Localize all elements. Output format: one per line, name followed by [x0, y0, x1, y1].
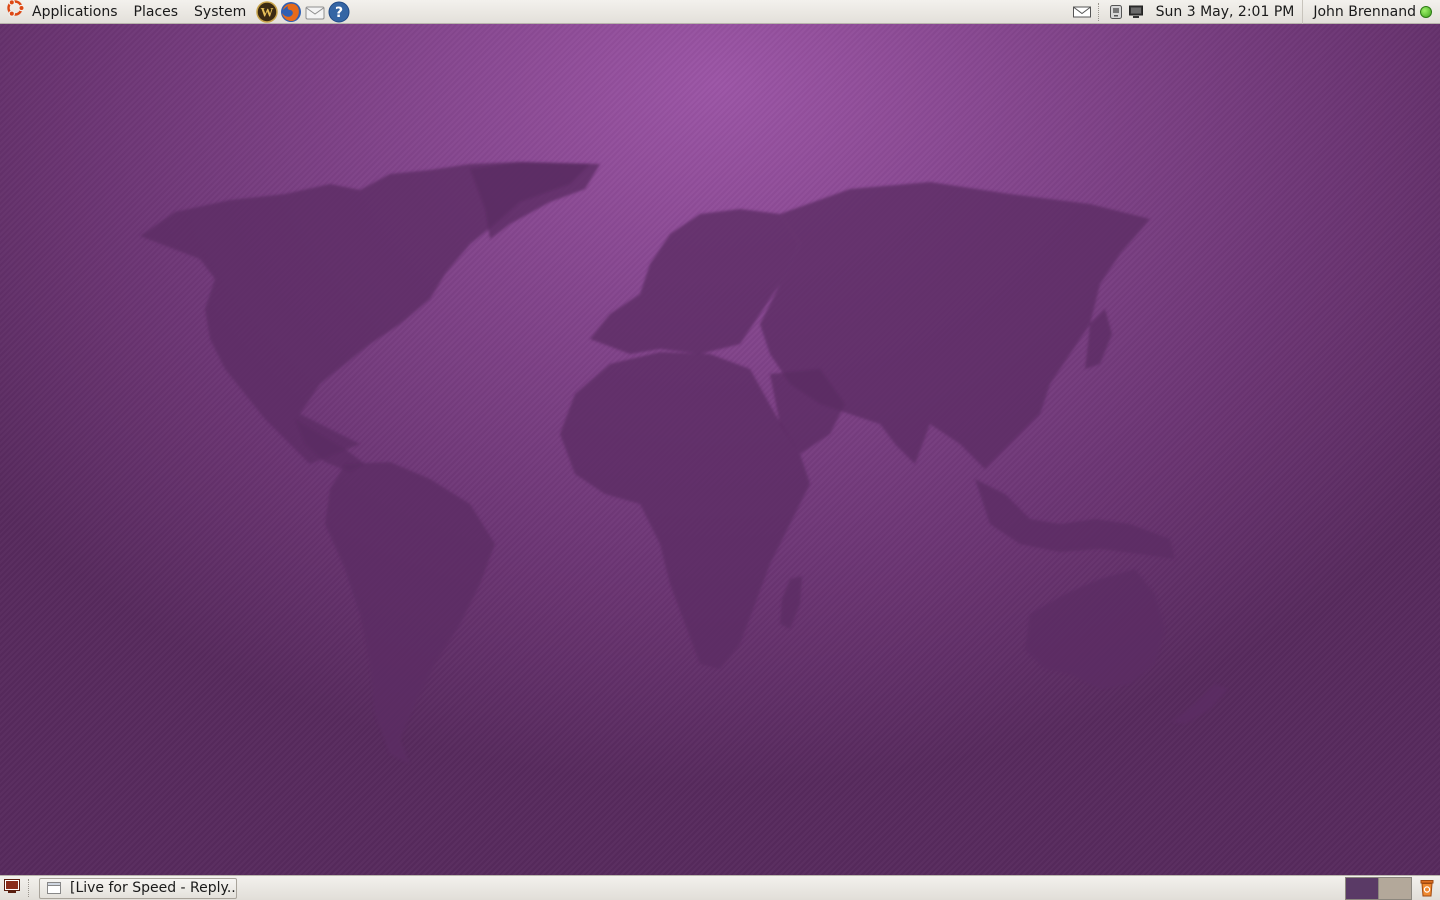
user-switcher[interactable]: John Brennand [1302, 0, 1440, 24]
mail-indicator-icon[interactable] [1072, 4, 1092, 20]
world-map-wallpaper [140, 162, 1228, 764]
status-online-icon [1420, 5, 1432, 18]
south-america-shape [325, 462, 495, 764]
madagascar-shape [780, 576, 802, 629]
network-icon[interactable] [1108, 4, 1124, 20]
panel-drag-handle[interactable] [28, 879, 33, 897]
workspace-2[interactable] [1379, 877, 1411, 899]
top-panel: Applications Places System W ? Sun 3 May… [0, 0, 1440, 24]
australia-shape [1025, 569, 1165, 689]
mail-launcher-icon[interactable] [304, 1, 326, 23]
clock[interactable]: Sun 3 May, 2:01 PM [1152, 4, 1303, 20]
display-icon[interactable] [1128, 4, 1144, 20]
places-menu[interactable]: Places [126, 0, 187, 24]
desktop[interactable] [0, 24, 1440, 875]
window-icon [46, 881, 62, 895]
taskbar-window-label: [Live for Speed - Reply... [70, 880, 237, 896]
help-icon[interactable]: ? [328, 1, 350, 23]
greenland-shape [470, 162, 600, 239]
workspace-switcher [1345, 876, 1412, 900]
system-menu[interactable]: System [186, 0, 254, 24]
taskbar-window-button[interactable]: [Live for Speed - Reply... [39, 877, 237, 899]
africa-shape [560, 352, 810, 669]
applications-menu[interactable]: Applications [0, 0, 126, 24]
applications-menu-label: Applications [32, 3, 118, 20]
trash-icon[interactable] [1418, 878, 1436, 898]
show-desktop-button[interactable] [2, 878, 22, 898]
svg-text:?: ? [335, 5, 343, 21]
notification-area: Sun 3 May, 2:01 PM John Brennand [1072, 0, 1440, 24]
southeast-asia-islands-shape [975, 479, 1175, 559]
svg-text:W: W [261, 4, 274, 19]
tray-separator [1097, 2, 1102, 21]
bottom-panel: [Live for Speed - Reply... [0, 875, 1440, 900]
firefox-icon[interactable] [280, 1, 302, 23]
ubuntu-logo-icon [4, 0, 26, 27]
launcher-area: W ? [256, 0, 350, 23]
show-desktop-icon [3, 878, 21, 898]
wow-icon[interactable]: W [256, 0, 279, 23]
new-zealand-shape [1172, 684, 1228, 724]
workspace-1[interactable] [1346, 877, 1379, 899]
user-name: John Brennand [1313, 3, 1416, 20]
main-menu-bar: Applications Places System [0, 0, 254, 24]
